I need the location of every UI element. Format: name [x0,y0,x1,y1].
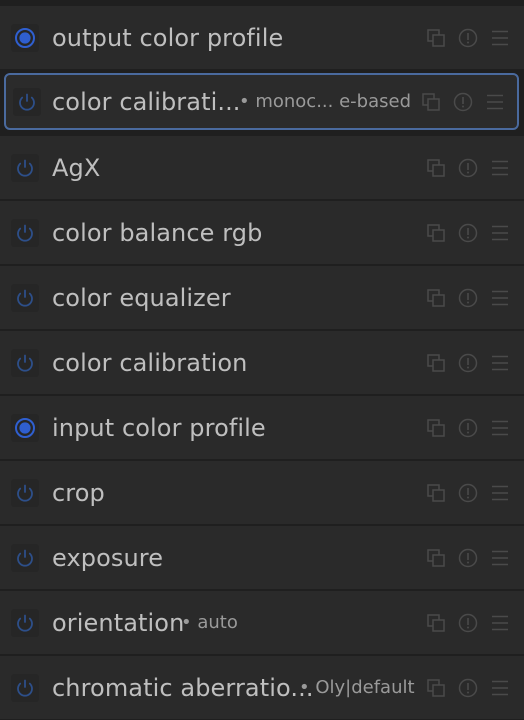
presets-icon[interactable] [426,678,446,698]
hamburger-menu-icon[interactable] [490,483,510,503]
module-chromatic-aberrations[interactable]: chromatic aberratio... • Oly|default [0,656,524,719]
module-color-balance-rgb[interactable]: color balance rgb [0,201,524,264]
module-instance-label: • Oly|default [299,677,415,698]
module-actions [426,418,510,438]
presets-icon[interactable] [426,548,446,568]
module-input-color-profile[interactable]: input color profile [0,396,524,459]
module-power-toggle[interactable] [11,608,39,637]
power-icon [17,159,33,177]
module-name: chromatic aberratio... [52,673,314,702]
reset-icon[interactable] [458,613,478,633]
power-on-icon [15,417,35,438]
presets-icon[interactable] [426,288,446,308]
module-name: input color profile [52,413,266,442]
presets-icon[interactable] [426,418,446,438]
module-name: orientation [52,608,185,637]
module-actions [421,92,505,112]
reset-icon[interactable] [453,92,473,112]
module-name: color balance rgb [52,218,263,247]
module-actions [426,678,510,698]
presets-icon[interactable] [426,158,446,178]
module-name: color calibrati... [52,87,241,116]
power-icon [17,354,33,372]
power-icon [17,289,33,307]
module-power-toggle[interactable] [11,478,39,507]
module-name: AgX [52,153,101,182]
power-icon [17,679,33,697]
module-power-toggle[interactable] [13,87,41,116]
module-name: crop [52,478,105,507]
presets-icon[interactable] [426,613,446,633]
module-name: output color profile [52,23,284,52]
power-icon [19,93,35,111]
module-panel: output color profile color calibrati... … [0,0,524,720]
reset-icon[interactable] [458,28,478,48]
hamburger-menu-icon[interactable] [490,288,510,308]
module-color-calibration[interactable]: color calibration [0,331,524,394]
module-actions [426,548,510,568]
hamburger-menu-icon[interactable] [490,223,510,243]
hamburger-menu-icon[interactable] [490,158,510,178]
presets-icon[interactable] [426,353,446,373]
module-power-toggle[interactable] [11,153,39,182]
module-power-toggle[interactable] [11,218,39,247]
module-power-toggle[interactable] [11,673,39,702]
module-name: color calibration [52,348,248,377]
presets-icon[interactable] [426,28,446,48]
power-icon [17,614,33,632]
hamburger-menu-icon[interactable] [490,548,510,568]
module-actions [426,613,510,633]
presets-icon[interactable] [421,92,441,112]
reset-icon[interactable] [458,288,478,308]
module-orientation[interactable]: orientation • auto [0,591,524,654]
power-icon [17,484,33,502]
module-power-toggle[interactable] [11,283,39,312]
presets-icon[interactable] [426,223,446,243]
module-power-toggle[interactable] [11,543,39,572]
module-output-color-profile[interactable]: output color profile [0,6,524,69]
power-icon [17,549,33,567]
module-actions [426,28,510,48]
module-exposure[interactable]: exposure [0,526,524,589]
module-instance-label: • auto [181,612,238,633]
reset-icon[interactable] [458,548,478,568]
presets-icon[interactable] [426,483,446,503]
module-power-toggle[interactable] [11,348,39,377]
module-actions [426,223,510,243]
module-actions [426,483,510,503]
module-name: exposure [52,543,164,572]
module-color-equalizer[interactable]: color equalizer [0,266,524,329]
module-instance-label: • monoc... e-based [239,91,411,112]
reset-icon[interactable] [458,353,478,373]
hamburger-menu-icon[interactable] [490,418,510,438]
reset-icon[interactable] [458,223,478,243]
module-agx[interactable]: AgX [0,136,524,199]
module-actions [426,288,510,308]
module-power-toggle[interactable] [11,413,39,442]
reset-icon[interactable] [458,678,478,698]
module-crop[interactable]: crop [0,461,524,524]
hamburger-menu-icon[interactable] [490,353,510,373]
hamburger-menu-icon[interactable] [490,678,510,698]
power-on-icon [15,27,35,48]
module-color-calibration-focused[interactable]: color calibrati... • monoc... e-based [4,73,519,130]
hamburger-menu-icon[interactable] [490,613,510,633]
reset-icon[interactable] [458,418,478,438]
module-actions [426,353,510,373]
reset-icon[interactable] [458,158,478,178]
reset-icon[interactable] [458,483,478,503]
hamburger-menu-icon[interactable] [490,28,510,48]
module-power-toggle[interactable] [11,23,39,52]
power-icon [17,224,33,242]
module-actions [426,158,510,178]
module-name: color equalizer [52,283,231,312]
hamburger-menu-icon[interactable] [485,92,505,112]
